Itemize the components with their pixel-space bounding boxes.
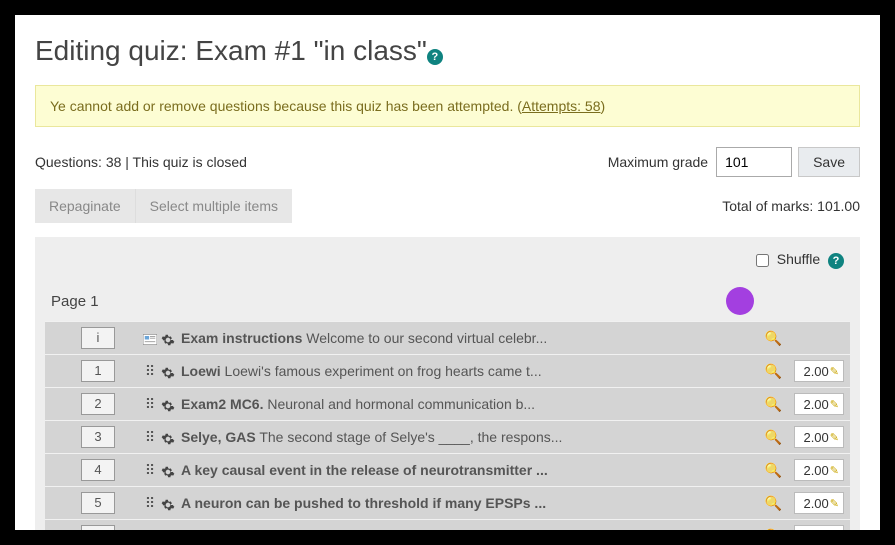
question-row: 2 ⠿ Exam2 MC6. Neuronal and hormonal commu… bbox=[45, 387, 850, 420]
select-multiple-button: Select multiple items bbox=[135, 189, 292, 223]
save-button[interactable]: Save bbox=[798, 147, 860, 177]
shuffle-label: Shuffle bbox=[777, 251, 820, 267]
question-number: 4 bbox=[81, 459, 115, 481]
shuffle-checkbox[interactable] bbox=[756, 254, 769, 267]
preview-icon[interactable]: 🔍 bbox=[765, 429, 782, 446]
preview-icon[interactable]: 🔍 bbox=[765, 528, 782, 531]
question-number: 5 bbox=[81, 492, 115, 514]
question-number: 6 bbox=[81, 525, 115, 530]
question-text[interactable]: A neuron can be pushed to threshold if m… bbox=[181, 495, 753, 511]
question-number: i bbox=[81, 327, 115, 349]
list-icon: ⠿ bbox=[143, 528, 157, 531]
mark-input[interactable]: 2.00✎ bbox=[794, 459, 844, 481]
attempts-link[interactable]: Attempts: 58 bbox=[522, 98, 601, 114]
list-icon: ⠿ bbox=[143, 462, 157, 479]
description-icon bbox=[143, 332, 157, 343]
repaginate-button: Repaginate bbox=[35, 189, 135, 223]
question-row: 6 ⠿ Action potentials are all-or-none phen… bbox=[45, 519, 850, 530]
mark-input[interactable]: 2.00✎ bbox=[794, 393, 844, 415]
question-row: 4 ⠿ A key causal event in the release of n… bbox=[45, 453, 850, 486]
list-icon: ⠿ bbox=[143, 429, 157, 446]
list-icon: ⠿ bbox=[143, 396, 157, 413]
help-icon[interactable]: ? bbox=[828, 253, 844, 269]
question-row: i Exam instructions Welcome to our second… bbox=[45, 321, 850, 354]
list-icon: ⠿ bbox=[143, 363, 157, 380]
mark-input[interactable]: 2.00✎ bbox=[794, 426, 844, 448]
preview-icon[interactable]: 🔍 bbox=[765, 495, 782, 512]
pencil-icon[interactable]: ✎ bbox=[830, 398, 839, 411]
pencil-icon[interactable]: ✎ bbox=[830, 497, 839, 510]
maxgrade-input[interactable] bbox=[716, 147, 792, 177]
alert-banner: Ye cannot add or remove questions becaus… bbox=[35, 85, 860, 127]
mark-input[interactable]: 2.00✎ bbox=[794, 360, 844, 382]
question-row: 1 ⠿ Loewi Loewi's famous experiment on fro… bbox=[45, 354, 850, 387]
gear-icon[interactable] bbox=[161, 498, 175, 512]
status-text: Questions: 38 | This quiz is closed bbox=[35, 154, 608, 170]
list-icon: ⠿ bbox=[143, 495, 157, 512]
question-text[interactable]: A key causal event in the release of neu… bbox=[181, 462, 753, 478]
question-panel: Shuffle ? Page 1 i Exam instructions Welc… bbox=[35, 237, 860, 530]
pencil-icon[interactable]: ✎ bbox=[830, 464, 839, 477]
question-row: 3 ⠿ Selye, GAS The second stage of Selye's… bbox=[45, 420, 850, 453]
question-number: 1 bbox=[81, 360, 115, 382]
question-text[interactable]: Selye, GAS The second stage of Selye's _… bbox=[181, 429, 753, 445]
help-icon[interactable]: ? bbox=[427, 49, 443, 65]
highlight-dot bbox=[726, 287, 754, 315]
gear-icon[interactable] bbox=[161, 432, 175, 446]
pencil-icon[interactable]: ✎ bbox=[830, 431, 839, 444]
total-marks: Total of marks: 101.00 bbox=[722, 198, 860, 214]
gear-icon[interactable] bbox=[161, 366, 175, 380]
gear-icon[interactable] bbox=[161, 399, 175, 413]
question-number: 2 bbox=[81, 393, 115, 415]
preview-icon[interactable]: 🔍 bbox=[765, 330, 782, 347]
gear-icon[interactable] bbox=[161, 465, 175, 479]
preview-icon[interactable]: 🔍 bbox=[765, 363, 782, 380]
page-label: Page 1 bbox=[51, 293, 99, 310]
preview-icon[interactable]: 🔍 bbox=[765, 396, 782, 413]
question-text[interactable]: Action potentials are all-or-none phenom… bbox=[181, 528, 753, 530]
question-text[interactable]: Loewi Loewi's famous experiment on frog … bbox=[181, 363, 753, 379]
question-row: 5 ⠿ A neuron can be pushed to threshold if… bbox=[45, 486, 850, 519]
question-text[interactable]: Exam instructions Welcome to our second … bbox=[181, 330, 753, 346]
question-text[interactable]: Exam2 MC6. Neuronal and hormonal communi… bbox=[181, 396, 753, 412]
question-number: 3 bbox=[81, 426, 115, 448]
mark-input[interactable]: 2.00✎ bbox=[794, 525, 844, 530]
pencil-icon[interactable]: ✎ bbox=[830, 365, 839, 378]
maxgrade-label: Maximum grade bbox=[608, 154, 708, 170]
gear-icon[interactable] bbox=[161, 333, 175, 347]
mark-input[interactable]: 2.00✎ bbox=[794, 492, 844, 514]
pencil-icon[interactable]: ✎ bbox=[830, 530, 839, 531]
page-title: Editing quiz: Exam #1 "in class"? bbox=[35, 35, 860, 67]
preview-icon[interactable]: 🔍 bbox=[765, 462, 782, 479]
